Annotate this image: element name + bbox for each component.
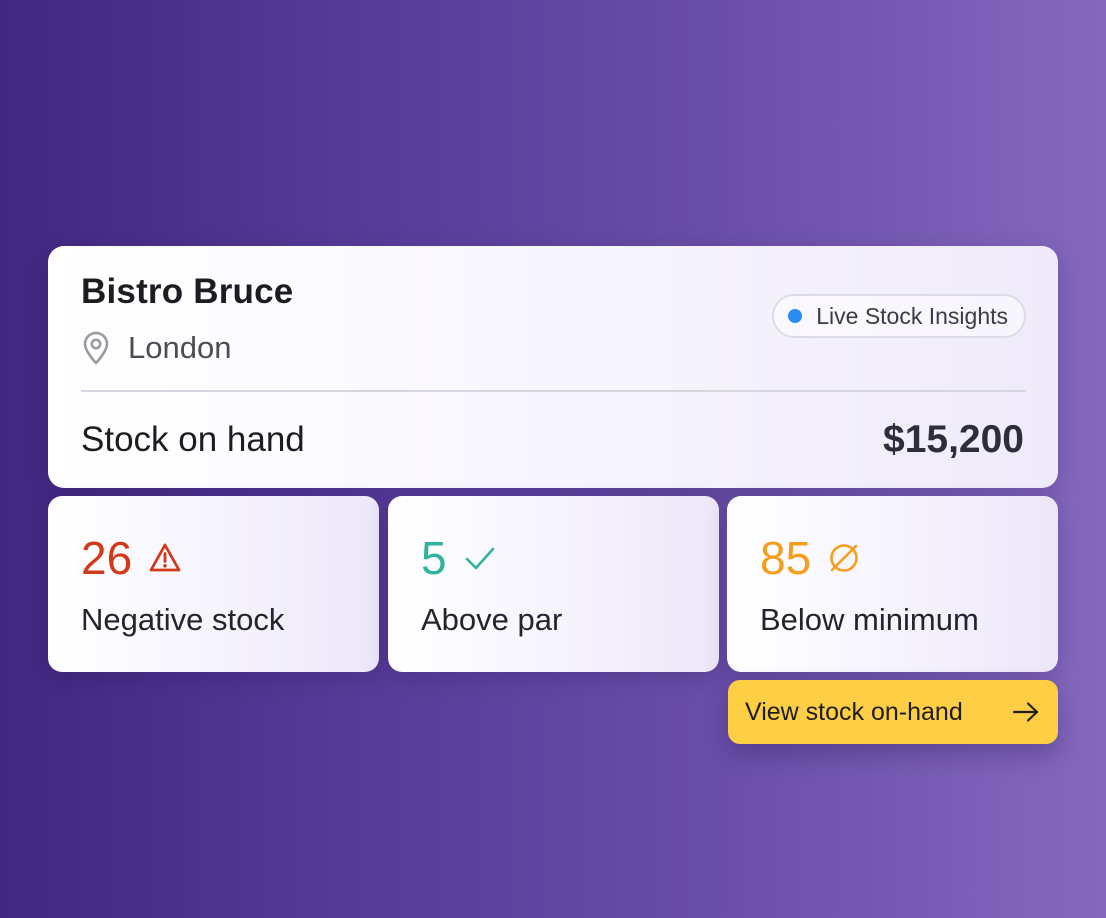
live-stock-insights-badge: Live Stock Insights	[772, 294, 1026, 338]
stock-on-hand-label: Stock on hand	[81, 420, 305, 459]
above-par-card[interactable]: 5 Above par	[388, 496, 719, 672]
location-label: London	[128, 330, 232, 365]
below-minimum-label: Below minimum	[760, 602, 979, 637]
live-status-dot	[788, 309, 803, 323]
negative-stock-count: 26	[81, 532, 133, 584]
above-par-count: 5	[421, 532, 447, 584]
live-badge-label: Live Stock Insights	[816, 302, 1008, 329]
negative-stock-label: Negative stock	[81, 602, 285, 637]
checkmark-icon	[463, 541, 497, 575]
map-pin-icon	[81, 331, 111, 365]
view-stock-on-hand-button[interactable]: View stock on-hand	[728, 680, 1058, 744]
view-stock-on-hand-label: View stock on-hand	[745, 697, 963, 726]
stock-summary-card: Bistro Bruce London Live Stock Insights …	[48, 246, 1058, 488]
negative-stock-card[interactable]: 26 Negative stock	[48, 496, 379, 672]
venue-name: Bistro Bruce	[81, 272, 294, 311]
above-par-label: Above par	[421, 602, 563, 637]
below-minimum-card[interactable]: 85 Below minimum	[727, 496, 1058, 672]
below-minimum-count: 85	[760, 532, 812, 584]
divider	[81, 390, 1026, 392]
arrow-right-icon	[1012, 701, 1040, 723]
empty-set-icon	[827, 541, 861, 575]
stock-on-hand-value: $15,200	[883, 418, 1024, 461]
location-row: London	[81, 330, 231, 366]
warning-triangle-icon	[148, 541, 182, 575]
